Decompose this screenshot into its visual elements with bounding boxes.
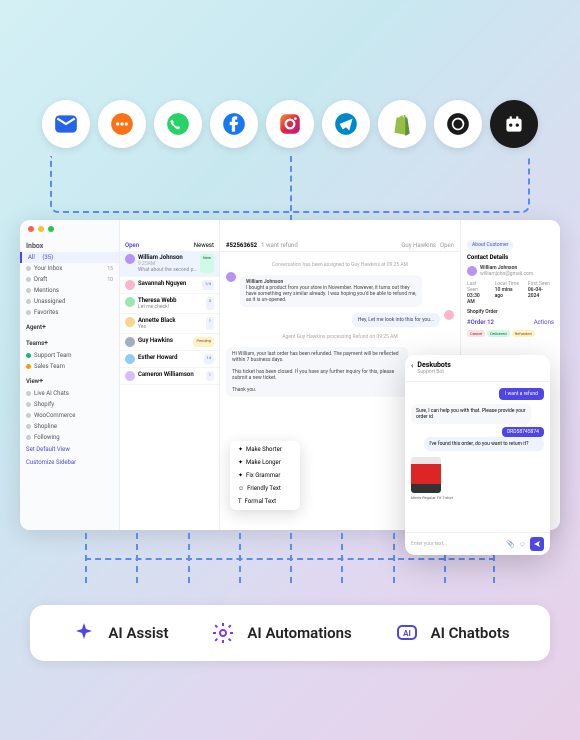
send-button[interactable] bbox=[530, 537, 544, 551]
feature-ai-chatbots: AI AI Chatbots bbox=[393, 619, 510, 647]
avatar bbox=[125, 280, 135, 290]
chatbot-widget: ‹ Deskubots Support Bot I want a refund … bbox=[405, 355, 550, 555]
gear-icon bbox=[209, 619, 237, 647]
assignee[interactable]: Guy Hawkins bbox=[401, 242, 436, 249]
sparkle-icon bbox=[70, 619, 98, 647]
conversation-list: Open Newest William Johnson9:25AMWhat ab… bbox=[120, 220, 220, 530]
sidebar-your-inbox[interactable]: Your Inbox15 bbox=[20, 263, 119, 274]
instagram-icon bbox=[266, 100, 314, 148]
conversation-item[interactable]: Annette BlackYes1 bbox=[120, 314, 219, 334]
app-icon bbox=[434, 100, 482, 148]
shopify-icon bbox=[378, 100, 426, 148]
window-controls bbox=[28, 226, 54, 232]
new-badge: New bbox=[200, 254, 214, 273]
avatar bbox=[125, 254, 135, 264]
conversation-item[interactable]: Savannah Nguyen1/4 bbox=[120, 277, 219, 294]
sidebar-view-shopline[interactable]: Shopline bbox=[20, 421, 119, 432]
sidebar-view-following[interactable]: Following bbox=[20, 432, 119, 443]
sidebar-team-support[interactable]: Support Team bbox=[20, 350, 119, 361]
sidebar-unassigned[interactable]: Unassigned bbox=[20, 296, 119, 307]
sidebar-view[interactable]: View+ bbox=[20, 374, 119, 388]
avatar bbox=[467, 266, 477, 276]
tag-refunded: Refunded bbox=[512, 330, 535, 337]
ai-make-longer[interactable]: ✦ Make Longer bbox=[232, 456, 298, 469]
channel-icons-row bbox=[0, 0, 580, 148]
ticket-id: #52563652 bbox=[226, 242, 257, 249]
avatar bbox=[125, 354, 135, 364]
bot-message: I've found this order, do you want to re… bbox=[424, 437, 544, 451]
product-card[interactable]: Men's Regular Fit T-shirt bbox=[411, 457, 544, 500]
conversation-item[interactable]: Cameron Williamson1 bbox=[120, 368, 219, 385]
set-default-view[interactable]: Set Default View bbox=[20, 443, 119, 456]
avatar bbox=[125, 317, 135, 327]
system-notice: Conversation has been assigned to Guy Ha… bbox=[226, 258, 454, 272]
facebook-icon bbox=[210, 100, 258, 148]
sidebar-view-shopify[interactable]: Shopify bbox=[20, 399, 119, 410]
customer-message: William Johnson I bought a product from … bbox=[240, 275, 422, 307]
conversation-item[interactable]: William Johnson9:25AMWhat about the seco… bbox=[120, 251, 219, 277]
sidebar-all[interactable]: All (35) bbox=[20, 252, 119, 263]
sidebar-mentions[interactable]: Mentions bbox=[20, 285, 119, 296]
section-title: Contact Details bbox=[467, 254, 554, 261]
avatar bbox=[125, 371, 135, 381]
avatar bbox=[125, 337, 135, 347]
state-dropdown[interactable]: Open bbox=[440, 242, 454, 249]
tag-cancel: Cancel bbox=[467, 330, 485, 337]
telegram-icon bbox=[322, 100, 370, 148]
bot-message: Sure, I can help you with that. Please p… bbox=[411, 404, 531, 424]
shopify-section[interactable]: Shopify Order bbox=[467, 309, 554, 315]
sidebar-title: Inbox bbox=[20, 240, 119, 252]
conversation-item[interactable]: Guy HawkinsPending bbox=[120, 334, 219, 351]
ai-formal[interactable]: T Formal Text bbox=[232, 495, 298, 508]
about-customer-button[interactable]: About Customer bbox=[467, 240, 513, 250]
email-icon bbox=[42, 100, 90, 148]
ai-make-shorter[interactable]: ✦ Make Shorter bbox=[232, 443, 298, 456]
avatar bbox=[226, 272, 236, 282]
ai-assist-menu: ✦ Make Shorter ✦ Make Longer ✦ Fix Gramm… bbox=[230, 441, 300, 510]
emoji-icon[interactable]: ☺ bbox=[519, 540, 526, 548]
conversation-item[interactable]: Esther Howard14 bbox=[120, 351, 219, 368]
top-connector bbox=[50, 148, 530, 213]
feature-ai-automations: AI Automations bbox=[209, 619, 351, 647]
back-icon[interactable]: ‹ bbox=[411, 361, 413, 370]
sort-newest[interactable]: Newest bbox=[194, 242, 214, 249]
tag-delivered: Delivered bbox=[487, 330, 509, 337]
sidebar: Inbox All (35) Your Inbox15 Draft10 Ment… bbox=[20, 220, 120, 530]
avatar bbox=[125, 297, 135, 307]
sidebar-view-ai[interactable]: Live AI Chats bbox=[20, 388, 119, 399]
customer-email: williamjohn@gmail.com bbox=[480, 271, 533, 277]
avatar bbox=[444, 310, 454, 320]
order-actions[interactable]: Actions bbox=[534, 319, 554, 326]
commerce-icon bbox=[490, 100, 538, 148]
tab-open[interactable]: Open bbox=[125, 242, 139, 249]
order-id-chip: ORD58745874 bbox=[502, 427, 544, 437]
customize-sidebar[interactable]: Customize Sidebar bbox=[20, 456, 119, 469]
sidebar-team-sales[interactable]: Sales Team bbox=[20, 361, 119, 372]
refund-cta[interactable]: I want a refund bbox=[499, 388, 544, 400]
ai-fix-grammar[interactable]: ✦ Fix Grammar bbox=[232, 469, 298, 482]
chat-header: #52563652 1 want refund Guy Hawkins Open bbox=[220, 240, 460, 252]
chat-ai-icon: AI bbox=[393, 619, 421, 647]
sidebar-favorites[interactable]: Favorites bbox=[20, 307, 119, 318]
features-bar: AI Assist AI Automations AI AI Chatbots bbox=[30, 605, 550, 661]
product-image bbox=[411, 457, 441, 493]
chat-input[interactable]: Enter your text... bbox=[411, 541, 502, 547]
agent-message: Hi William, your last order has been ref… bbox=[226, 347, 408, 397]
agent-note: Agent Guy Hawkins processing Refund on 0… bbox=[226, 330, 454, 344]
chatbot-header: ‹ Deskubots Support Bot bbox=[405, 355, 550, 382]
sms-icon bbox=[98, 100, 146, 148]
ai-friendly[interactable]: ☺ Friendly Text bbox=[232, 482, 298, 495]
attach-icon[interactable]: 📎 bbox=[506, 540, 515, 548]
svg-text:AI: AI bbox=[403, 629, 411, 638]
conversation-item[interactable]: Theresa WebbLet me check!3 bbox=[120, 294, 219, 314]
sidebar-teams[interactable]: Teams+ bbox=[20, 336, 119, 350]
whatsapp-icon bbox=[154, 100, 202, 148]
feature-ai-assist: AI Assist bbox=[70, 619, 168, 647]
sidebar-view-woo[interactable]: WooCommerce bbox=[20, 410, 119, 421]
sidebar-agent[interactable]: Agent+ bbox=[20, 320, 119, 334]
agent-reply: Hey, Let me look into this for you... bbox=[352, 313, 440, 327]
sidebar-draft[interactable]: Draft10 bbox=[20, 274, 119, 285]
order-id[interactable]: #Order 12 bbox=[467, 319, 494, 326]
